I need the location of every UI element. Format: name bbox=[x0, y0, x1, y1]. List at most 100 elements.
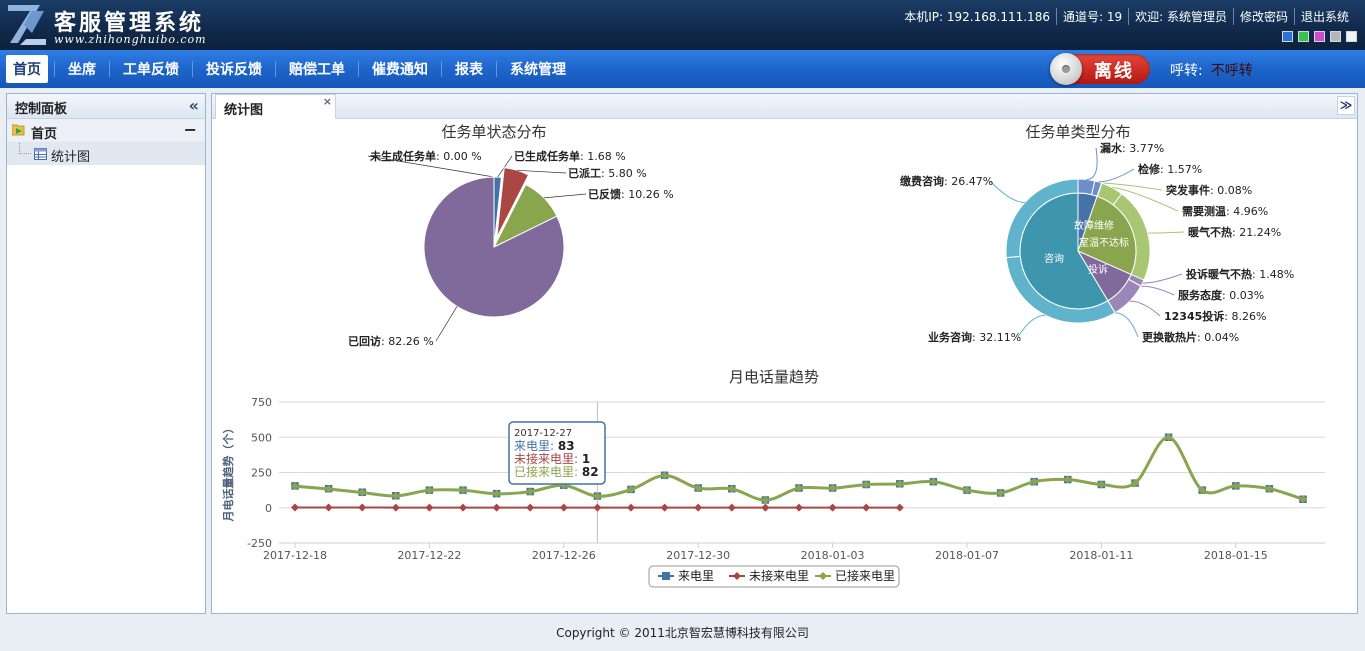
tooltip-row-0: 来电里: 83 bbox=[514, 439, 575, 453]
channel-info: 通道号: 19 bbox=[1055, 8, 1128, 25]
pie2-connector-7 bbox=[1129, 300, 1161, 317]
line-point-1[interactable] bbox=[694, 503, 703, 512]
app-header: 客服管理系统 www.zhihonghuibo.com 本机IP: 192.16… bbox=[0, 0, 1365, 50]
control-panel-header: 控制面板 « bbox=[7, 94, 205, 119]
pie2-outer-label-1: 检修: 1.57% bbox=[1138, 162, 1202, 176]
tooltip-row-2: 已接来电里: 82 bbox=[514, 464, 599, 479]
line-point-1[interactable] bbox=[895, 503, 904, 512]
nav-item-1[interactable]: 坐席 bbox=[61, 55, 103, 83]
pie2-outer-label-value-6: : 0.03% bbox=[1222, 289, 1264, 302]
pie2-title: 任务单类型分布 bbox=[1025, 123, 1130, 141]
nav-separator bbox=[109, 61, 110, 77]
line-point-1[interactable] bbox=[593, 503, 602, 512]
chevron-down-icon[interactable]: ≫ bbox=[1337, 96, 1355, 115]
table-icon bbox=[34, 148, 47, 160]
legend-marker bbox=[662, 572, 670, 580]
x-tick-label: 2018-01-07 bbox=[935, 549, 999, 562]
line-point-1[interactable] bbox=[627, 503, 635, 512]
pie2-outer-label-name-10: 缴费咨询 bbox=[900, 174, 944, 188]
line-point-1[interactable] bbox=[660, 503, 669, 512]
x-tick-label: 2017-12-18 bbox=[263, 549, 327, 562]
line-point-1[interactable] bbox=[526, 503, 535, 512]
tree-item-home[interactable]: 首页 − bbox=[7, 119, 205, 143]
pie2-outer-label-10: 缴费咨询: 26.47% bbox=[900, 174, 993, 188]
line-point-1[interactable] bbox=[391, 503, 400, 512]
close-icon[interactable]: × bbox=[323, 95, 332, 108]
nav-item-0[interactable]: 首页 bbox=[6, 55, 48, 83]
pie1-label-value-1: : 1.68 % bbox=[580, 150, 626, 163]
skin-swatch-0[interactable] bbox=[1282, 31, 1293, 42]
tab-stats[interactable]: 统计图 × bbox=[215, 94, 336, 119]
y-tick-label: 250 bbox=[251, 467, 272, 480]
nav-item-5[interactable]: 催费通知 bbox=[365, 55, 435, 83]
line-point-1[interactable] bbox=[828, 503, 837, 512]
line-title: 月电话量趋势 bbox=[729, 368, 819, 386]
line-point-1[interactable] bbox=[358, 503, 367, 512]
pie2-outer-label-name-9: 业务咨询 bbox=[928, 330, 972, 344]
x-tick-label: 2017-12-26 bbox=[532, 549, 596, 562]
tooltip-row-1: 未接来电里: 1 bbox=[514, 451, 590, 466]
nav-separator bbox=[275, 61, 276, 77]
line-point-1[interactable] bbox=[291, 503, 299, 512]
pie1-label-name-1: 已生成任务单 bbox=[514, 149, 580, 163]
nav-items: 首页 坐席 工单反馈 投诉反馈 赔偿工单 催费通知 报表 系统管理 bbox=[6, 55, 576, 83]
welcome-info: 欢迎: 系统管理员 bbox=[1128, 8, 1233, 25]
pie1-label-1: 已生成任务单: 1.68 % bbox=[514, 149, 626, 163]
pie2-outer-label-name-0: 漏水 bbox=[1100, 141, 1123, 155]
tree-item-home-label: 首页 bbox=[31, 127, 58, 142]
line-point-1[interactable] bbox=[425, 503, 434, 512]
collapse-minus-icon[interactable]: − bbox=[184, 120, 197, 139]
pie1-label-3: 已反馈: 10.26 % bbox=[588, 187, 674, 201]
pie2-outer-label-2: 突发事件: 0.08% bbox=[1166, 183, 1252, 197]
line-point-1[interactable] bbox=[324, 503, 333, 512]
pie2-connector-6 bbox=[1140, 285, 1175, 296]
pie1-label-name-2: 已派工 bbox=[568, 167, 601, 180]
skin-swatch-3[interactable] bbox=[1330, 31, 1341, 42]
skin-swatch-2[interactable] bbox=[1314, 31, 1325, 42]
logout-link[interactable]: 退出系统 bbox=[1293, 8, 1355, 25]
pie2-outer-label-9: 业务咨询: 32.11% bbox=[928, 330, 1021, 344]
ip-info: 本机IP: 192.168.111.186 bbox=[904, 10, 1050, 24]
pie1-connector-4 bbox=[435, 306, 458, 342]
nav-separator bbox=[192, 61, 193, 77]
line-point-1[interactable] bbox=[559, 503, 568, 512]
collapse-icon[interactable]: « bbox=[189, 96, 199, 115]
pie2-inner-label-2: 投诉 bbox=[1088, 263, 1108, 276]
nav-item-6[interactable]: 报表 bbox=[448, 55, 490, 83]
pie2-connector-9 bbox=[1017, 314, 1046, 338]
pie1-label-value-4: : 82.26 % bbox=[381, 335, 434, 348]
pie2-outer-label-6: 服务态度: 0.03% bbox=[1178, 288, 1264, 302]
online-status-toggle[interactable]: 离线 bbox=[1050, 53, 1150, 85]
line-point-1[interactable] bbox=[795, 503, 803, 512]
line-point-1[interactable] bbox=[492, 503, 501, 512]
line-point-1[interactable] bbox=[761, 503, 770, 512]
line-point-1[interactable] bbox=[459, 503, 467, 512]
nav-item-3[interactable]: 投诉反馈 bbox=[199, 55, 269, 83]
pie1-label-value-3: : 10.26 % bbox=[621, 188, 674, 201]
skin-swatch-4[interactable] bbox=[1346, 31, 1357, 42]
nav-separator bbox=[358, 61, 359, 77]
pie2-outer-label-0: 漏水: 3.77% bbox=[1100, 141, 1164, 155]
pie2-outer-label-value-9: : 32.11% bbox=[972, 331, 1021, 344]
legend-label-2: 已接来电里 bbox=[835, 568, 895, 583]
nav-item-4[interactable]: 赔偿工单 bbox=[282, 55, 352, 83]
app-url: www.zhihonghuibo.com bbox=[54, 33, 207, 46]
logo-icon bbox=[8, 5, 46, 45]
pie2-outer-label-name-1: 检修 bbox=[1138, 162, 1161, 176]
skin-swatch-1[interactable] bbox=[1298, 31, 1309, 42]
change-password-link[interactable]: 修改密码 bbox=[1232, 8, 1294, 25]
transfer-label: 呼转: bbox=[1170, 63, 1203, 79]
x-tick-label: 2018-01-15 bbox=[1204, 549, 1268, 562]
pie1-label-0: 未生成任务单: 0.00 % bbox=[369, 149, 482, 163]
nav-item-7[interactable]: 系统管理 bbox=[503, 55, 573, 83]
line-point-1[interactable] bbox=[862, 503, 871, 512]
main-panel: 统计图 × ≫ 任务单状态分布 未生成任务单: 0.00 % 已生成任务单: 1.6… bbox=[211, 93, 1358, 614]
pie2-outer-label-7: 12345投诉: 8.26% bbox=[1164, 309, 1266, 323]
line-point-1[interactable] bbox=[727, 503, 736, 512]
pie2-outer-label-5: 投诉暖气不热: 1.48% bbox=[1186, 267, 1294, 281]
pie2-outer-label-value-2: : 0.08% bbox=[1210, 184, 1252, 197]
tree-item-stats[interactable]: 统计图 bbox=[7, 143, 205, 165]
transfer-value[interactable]: 不呼转 bbox=[1211, 63, 1253, 79]
control-panel: 控制面板 « 首页 − 统计图 bbox=[6, 93, 206, 614]
nav-item-2[interactable]: 工单反馈 bbox=[116, 55, 186, 83]
